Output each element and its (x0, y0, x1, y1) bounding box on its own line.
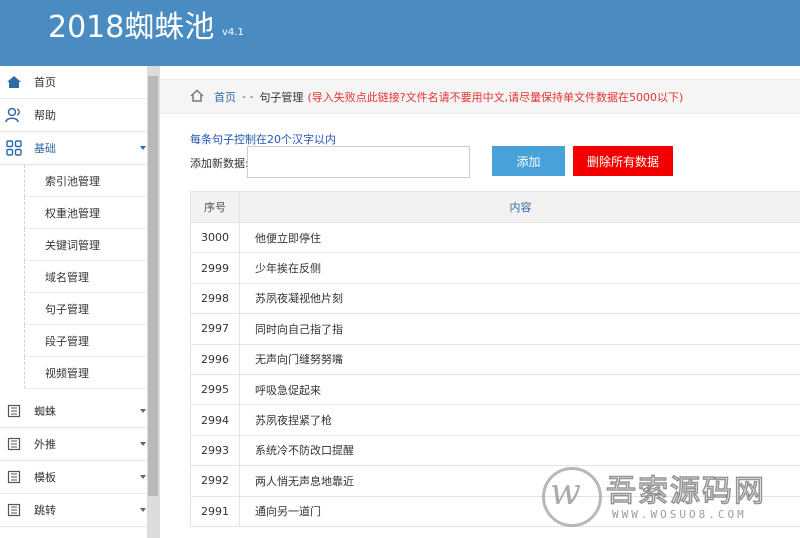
watermark: w 吾索源码网 WWW.WOSUO8.COM (540, 462, 800, 538)
sidebar-subitem-label: 索引池管理 (45, 174, 100, 188)
row-id: 2996 (190, 343, 240, 375)
row-content: 呼吸急促起来 (239, 373, 800, 406)
sidebar-item-home[interactable]: 首页 (0, 66, 148, 99)
row-id: 2991 (190, 495, 240, 527)
chevron-down-icon (140, 475, 146, 479)
add-data-label: 添加新数据: (190, 157, 249, 170)
import-help-link[interactable]: (导入失败点此链接?文件名请不要用中文,请尽量保持单文件数据在5000以下) (307, 89, 683, 105)
row-content: 无声向门缝努努嘴 (239, 343, 800, 375)
row-content: 苏夙夜捏紧了枪 (239, 404, 800, 436)
chevron-down-icon (140, 508, 146, 512)
watermark-w-glyph: w (550, 472, 581, 513)
table-row: 2997 同时向自己指了指 (190, 313, 800, 345)
sidebar-item-label: 蜘蛛 (34, 405, 56, 418)
table-row: 2996 无声向门缝努努嘴 (190, 343, 800, 375)
table-row: 3000 他便立即停住 (190, 221, 800, 254)
scrollbar-thumb[interactable] (148, 76, 158, 496)
table-row: 2998 苏夙夜凝视他片刻 (190, 282, 800, 315)
sidebar-item-label: 首页 (34, 76, 56, 89)
sidebar-subitem-jokes[interactable]: 段子管理 (24, 325, 148, 357)
input-hint: 每条句子控制在20个汉字以内 (190, 133, 336, 146)
book-icon (2, 432, 26, 456)
home-icon (2, 70, 26, 94)
row-content: 他便立即停住 (239, 221, 800, 254)
table-row: 2994 苏夙夜捏紧了枪 (190, 404, 800, 436)
row-id: 2992 (190, 465, 240, 497)
users-icon (2, 103, 26, 127)
row-id: 3000 (190, 221, 240, 254)
watermark-title: 吾索源码网 (605, 473, 766, 510)
sidebar-item-label: 帮助 (34, 109, 56, 122)
sidebar-subitem-label: 句子管理 (45, 302, 89, 316)
row-content: 少年挨在反侧 (239, 252, 800, 284)
row-id: 2995 (190, 373, 240, 406)
column-header-id: 序号 (190, 191, 240, 223)
sidebar-subitem-label: 权重池管理 (45, 206, 100, 220)
watermark-url: WWW.WOSUO8.COM (612, 508, 747, 521)
table-row: 2995 呼吸急促起来 (190, 373, 800, 406)
sidebar-item-label: 模板 (34, 471, 56, 484)
sidebar-subitem-label: 关键词管理 (45, 238, 100, 252)
sidebar-item-label: 外推 (34, 438, 56, 451)
row-content: 同时向自己指了指 (239, 313, 800, 345)
sidebar-subitem-domains[interactable]: 域名管理 (24, 261, 148, 293)
sidebar-subitem-keywords[interactable]: 关键词管理 (24, 229, 148, 261)
breadcrumb: 首页 - - 句子管理 (导入失败点此链接?文件名请不要用中文,请尽量保持单文件… (160, 79, 800, 114)
table-row: 2999 少年挨在反侧 (190, 252, 800, 284)
home-icon (190, 88, 204, 105)
app-title: 2018蜘蛛池 (48, 10, 215, 45)
sidebar-subitem-label: 域名管理 (45, 270, 89, 284)
row-id: 2999 (190, 252, 240, 284)
sidebar-item-label: 基础 (34, 142, 56, 155)
row-id: 2997 (190, 313, 240, 345)
breadcrumb-current: 句子管理 (259, 90, 304, 104)
row-id: 2994 (190, 404, 240, 436)
chevron-down-icon (140, 442, 146, 446)
sidebar-item-outreach[interactable]: 外推 (0, 428, 148, 461)
new-data-input[interactable] (247, 146, 470, 178)
sidebar-item-templates[interactable]: 模板 (0, 461, 148, 494)
sidebar-item-redirect[interactable]: 跳转 (0, 494, 148, 527)
breadcrumb-separator: - - (242, 90, 254, 103)
sidebar-subitem-label: 段子管理 (45, 334, 89, 348)
sidebar-item-basic[interactable]: 基础 (0, 132, 148, 165)
grid-icon (2, 136, 26, 160)
sidebar-subitem-videos[interactable]: 视频管理 (24, 357, 148, 389)
table-header-row: 序号 内容 (190, 191, 800, 223)
book-icon (2, 399, 26, 423)
sidebar-item-label: 跳转 (34, 504, 56, 517)
row-content: 苏夙夜凝视他片刻 (239, 282, 800, 315)
row-id: 2998 (190, 282, 240, 315)
sidebar: 首页 帮助 基础 索引池管理 权重池管理 关键词管理 域名管理 句子管理 段子管… (0, 66, 160, 538)
column-header-content: 内容 (239, 191, 800, 223)
app-version: v4.1 (222, 27, 244, 38)
sidebar-subitem-weight-pool[interactable]: 权重池管理 (24, 197, 148, 229)
row-id: 2993 (190, 434, 240, 467)
breadcrumb-home-link[interactable]: 首页 (214, 89, 236, 105)
sidebar-item-help[interactable]: 帮助 (0, 99, 148, 132)
sidebar-item-spider[interactable]: 蜘蛛 (0, 395, 148, 428)
book-icon (2, 465, 26, 489)
chevron-down-icon (140, 146, 146, 150)
sidebar-subitem-sentences[interactable]: 句子管理 (24, 293, 148, 325)
top-header: 2018蜘蛛池 v4.1 (0, 0, 800, 66)
add-button[interactable]: 添加 (492, 146, 565, 176)
sidebar-subitem-label: 视频管理 (45, 366, 89, 380)
sidebar-subitem-index-pool[interactable]: 索引池管理 (24, 165, 148, 197)
delete-all-button[interactable]: 删除所有数据 (573, 146, 673, 176)
sidebar-scrollbar[interactable] (147, 66, 159, 538)
book-icon (2, 498, 26, 522)
chevron-down-icon (140, 409, 146, 413)
